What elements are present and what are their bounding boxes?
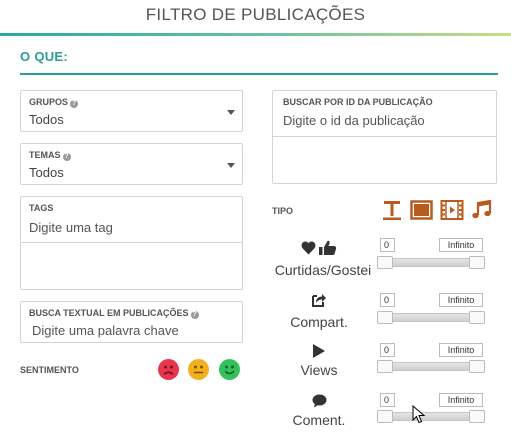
busca-textual-label: BUSCA TEXTUAL EM PUBLICAÇÕES?	[29, 308, 199, 319]
coment-label: Coment.	[292, 412, 346, 428]
mouse-cursor-icon	[412, 404, 426, 430]
grupos-select[interactable]: GRUPOS? Todos	[20, 90, 243, 132]
sentimento-label: SENTIMENTO	[20, 365, 79, 375]
coment-max-input[interactable]: Infinito	[439, 393, 483, 407]
compart-slider-max-handle[interactable]	[469, 311, 485, 324]
coment-min-input[interactable]: 0	[380, 393, 395, 407]
temas-value: Todos	[29, 165, 64, 180]
grupos-value: Todos	[29, 112, 64, 127]
buscar-id-input[interactable]: Digite o id da publicação	[283, 113, 425, 128]
compart-slider-min-handle[interactable]	[377, 311, 393, 324]
heart-thumbs-up-icon	[301, 240, 339, 261]
buscar-id-list-area[interactable]	[273, 137, 496, 183]
tags-list-area[interactable]	[21, 243, 242, 289]
temas-label: TEMAS?	[29, 150, 71, 161]
busca-textual-field: BUSCA TEXTUAL EM PUBLICAÇÕES? Digite uma…	[20, 301, 243, 343]
share-icon	[311, 292, 327, 313]
coment-slider-max-handle[interactable]	[469, 410, 485, 423]
chevron-down-icon[interactable]	[227, 110, 235, 115]
curtidas-slider-min-handle[interactable]	[377, 256, 393, 269]
compart-max-input[interactable]: Infinito	[439, 293, 483, 307]
curtidas-label: Curtidas/Gostei	[274, 262, 372, 278]
play-icon	[312, 344, 326, 363]
chevron-down-icon[interactable]	[227, 163, 235, 168]
comment-icon	[312, 394, 327, 413]
temas-select[interactable]: TEMAS? Todos	[20, 143, 243, 185]
compart-label: Compart.	[290, 314, 348, 330]
section-title: O QUE:	[20, 49, 69, 64]
views-label: Views	[300, 362, 338, 378]
tipo-label: TIPO	[272, 206, 294, 216]
text-type-icon[interactable]	[381, 199, 403, 226]
help-icon[interactable]: ?	[70, 100, 79, 108]
music-type-icon[interactable]	[471, 199, 493, 226]
sad-face-icon[interactable]	[158, 359, 179, 380]
image-type-icon[interactable]	[410, 199, 433, 226]
help-icon[interactable]: ?	[62, 153, 71, 161]
views-slider-min-handle[interactable]	[377, 360, 393, 373]
tags-label: TAGS	[29, 203, 54, 213]
compart-min-input[interactable]: 0	[380, 293, 395, 307]
buscar-id-label: BUSCAR POR ID DA PUBLICAÇÃO	[283, 97, 433, 107]
views-slider-max-handle[interactable]	[469, 360, 485, 373]
busca-textual-input[interactable]: Digite uma palavra chave	[32, 323, 179, 338]
neutral-face-icon[interactable]	[188, 359, 209, 380]
video-type-icon[interactable]	[440, 199, 464, 226]
happy-face-icon[interactable]	[219, 359, 240, 380]
curtidas-min-input[interactable]: 0	[380, 238, 395, 252]
views-max-input[interactable]: Infinito	[439, 343, 483, 357]
section-divider	[20, 73, 498, 75]
grupos-label: GRUPOS?	[29, 97, 79, 108]
curtidas-max-input[interactable]: Infinito	[439, 238, 483, 252]
page-title: FILTRO DE PUBLICAÇÕES	[145, 5, 366, 24]
help-icon[interactable]: ?	[190, 311, 199, 319]
tags-input[interactable]: Digite uma tag	[29, 220, 113, 235]
views-min-input[interactable]: 0	[380, 343, 395, 357]
curtidas-slider-max-handle[interactable]	[469, 256, 485, 269]
coment-slider-min-handle[interactable]	[377, 410, 393, 423]
buscar-id-field: BUSCAR POR ID DA PUBLICAÇÃO Digite o id …	[272, 90, 497, 184]
tags-field: TAGS Digite uma tag	[20, 196, 243, 290]
header-gradient-bar	[0, 33, 511, 36]
